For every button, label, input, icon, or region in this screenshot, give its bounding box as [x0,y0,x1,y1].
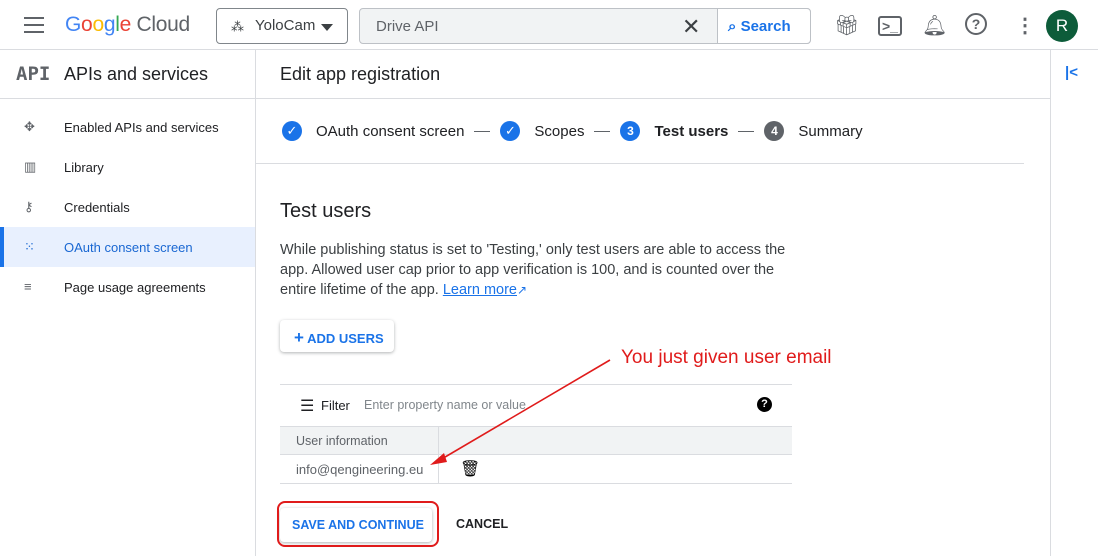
caret-down-icon [321,24,333,37]
api-icon: API [16,63,51,85]
collapse-panel-icon[interactable]: |< [1065,64,1078,81]
sidebar-item-label: Credentials [64,200,130,215]
project-icon: ⁂ [231,19,244,34]
sidebar-item-credentials[interactable]: ⚷ Credentials [0,187,255,227]
library-icon: ▥ [24,159,37,174]
menu-icon[interactable] [24,17,44,33]
sidebar-item-page-usage-agreements[interactable]: ≡ Page usage agreements [0,267,255,307]
help-icon[interactable]: ? [965,13,987,35]
sidebar: API APIs and services ✥ Enabled APIs and s… [0,50,256,556]
google-cloud-logo[interactable]: Google Cloud [65,13,190,37]
sidebar-item-oauth-consent-screen[interactable]: ⁙ OAuth consent screen [0,227,255,267]
sidebar-item-label: Enabled APIs and services [64,120,219,135]
main-content: Edit app registration ✓ OAuth consent scr… [256,50,1050,556]
bell-icon[interactable]: 🔔︎ [922,13,947,38]
sidebar-item-label: Page usage agreements [64,280,206,295]
search-input[interactable]: Drive API [376,18,439,35]
sidebar-item-label: OAuth consent screen [64,240,193,255]
diamond-arrows-icon: ✥ [24,119,35,134]
annotation-arrow [430,359,611,465]
key-icon: ⚷ [24,199,34,214]
search-label: Search [740,18,791,35]
search-icon: ⌕ [728,18,741,35]
search-button[interactable]: ⌕ Search [717,8,811,44]
sidebar-item-enabled-apis[interactable]: ✥ Enabled APIs and services [0,107,255,147]
gift-icon[interactable]: 🎁︎ [834,13,859,38]
sidebar-item-library[interactable]: ▥ Library [0,147,255,187]
settings-list-icon: ≡ [24,279,32,294]
right-panel: |< [1050,50,1098,556]
top-bar: Google Cloud ⁂ YoloCam Drive API ✕ ⌕ Sear… [0,0,1098,50]
project-name: YoloCam [255,17,316,34]
project-selector[interactable]: ⁂ YoloCam [216,8,348,44]
consent-icon: ⁙ [24,239,35,254]
avatar[interactable]: R [1046,10,1078,42]
terminal-icon[interactable]: >_ [878,16,902,36]
sidebar-title: APIs and services [64,64,209,84]
clear-icon[interactable]: ✕ [682,14,700,40]
sidebar-item-label: Library [64,160,104,175]
more-vert-icon[interactable]: ⋮ [1015,13,1035,38]
search-box[interactable]: Drive API ✕ ⌕ Search [359,8,811,44]
